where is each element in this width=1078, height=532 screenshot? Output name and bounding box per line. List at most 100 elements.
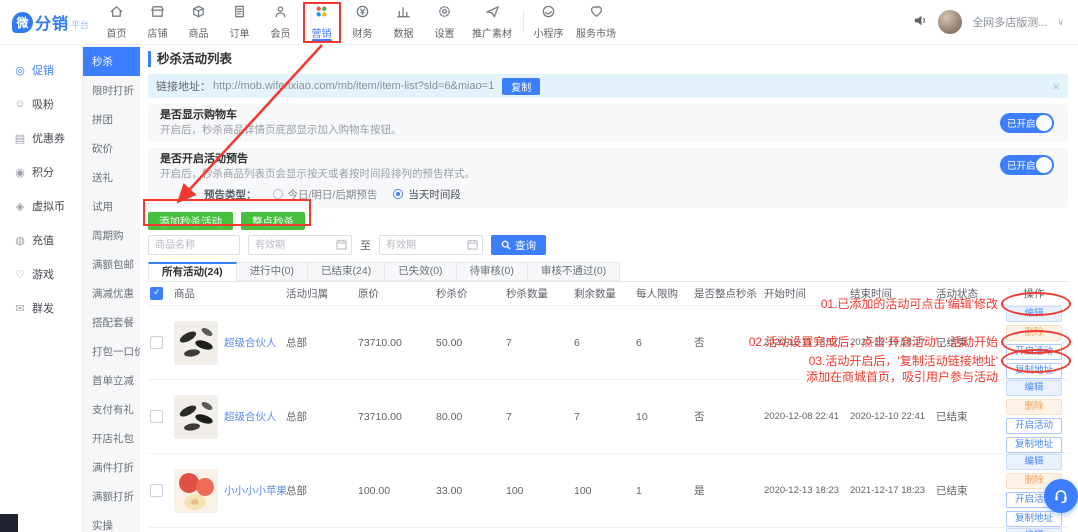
sidebar-collapse-corner[interactable] bbox=[0, 514, 18, 532]
paper-plane-icon bbox=[485, 4, 500, 22]
submenu-item[interactable]: 送礼 bbox=[83, 163, 140, 192]
nav-item-home[interactable]: 首页 bbox=[96, 0, 137, 44]
account-name[interactable]: 全网多店版测... bbox=[972, 14, 1047, 30]
radio-icon bbox=[393, 189, 403, 199]
row-checkbox-cell bbox=[148, 410, 174, 423]
product-name-input[interactable] bbox=[148, 235, 240, 255]
add-seckill-activity-button[interactable]: 添加秒杀活动 bbox=[148, 212, 233, 230]
home-icon bbox=[109, 4, 124, 22]
sidebar-item-points[interactable]: ◉积分 bbox=[0, 155, 82, 189]
radio-option-timeslot[interactable]: 当天时间段 bbox=[393, 187, 461, 202]
sidebar-item-fans[interactable]: ☺吸粉 bbox=[0, 87, 82, 121]
column-header: 开始时间 bbox=[764, 286, 850, 301]
submenu-item[interactable]: 打包一口价 bbox=[83, 337, 140, 366]
row-checkbox[interactable] bbox=[150, 410, 163, 423]
delete-button[interactable]: 删除 bbox=[1006, 325, 1062, 341]
submenu-item[interactable]: 满额包邮 bbox=[83, 250, 140, 279]
edit-button[interactable]: 编辑 bbox=[1006, 454, 1062, 470]
submenu-item[interactable]: 秒杀 bbox=[83, 47, 140, 76]
sidebar-item-game[interactable]: ♡游戏 bbox=[0, 257, 82, 291]
sidebar-item-coupon[interactable]: ▤优惠券 bbox=[0, 121, 82, 155]
top-navigation-bar: 微 分销 平台 首页 店铺 商品 订单 会员 bbox=[0, 0, 1078, 45]
seckill-qty-cell: 7 bbox=[506, 337, 574, 349]
belong-cell: 总部 bbox=[286, 409, 358, 424]
nav-item-service-market[interactable]: 服务市场 bbox=[569, 0, 623, 44]
customer-service-button[interactable] bbox=[1044, 479, 1078, 513]
radio-option-daily[interactable]: 今日/明日/后期预告 bbox=[273, 187, 378, 202]
sidebar-item-recharge[interactable]: ◍充值 bbox=[0, 223, 82, 257]
hourly-seckill-button[interactable]: 整点秒杀 bbox=[241, 212, 305, 230]
nav-item-settings[interactable]: 设置 bbox=[424, 0, 465, 44]
edit-button[interactable]: 编辑 bbox=[1006, 306, 1062, 322]
copy-link-button[interactable]: 复制 bbox=[502, 78, 540, 95]
tab-1[interactable]: 进行中(0) bbox=[237, 262, 308, 281]
column-header: 活动归属 bbox=[286, 286, 358, 301]
open-activity-button[interactable]: 开启活动 bbox=[1006, 418, 1062, 434]
nav-item-goods[interactable]: 商品 bbox=[178, 0, 219, 44]
submenu-item[interactable]: 开店礼包 bbox=[83, 424, 140, 453]
store-icon bbox=[150, 4, 165, 22]
avatar[interactable] bbox=[938, 10, 962, 34]
submenu-item[interactable]: 满减优惠 bbox=[83, 279, 140, 308]
nav-item-promo-material[interactable]: 推广素材 bbox=[465, 0, 519, 44]
copy-address-button[interactable]: 复制地址 bbox=[1006, 437, 1062, 453]
product-name-link[interactable]: 超级合伙人 bbox=[224, 409, 277, 424]
edit-button[interactable]: 编辑 bbox=[1006, 380, 1062, 396]
submenu-item[interactable]: 试用 bbox=[83, 192, 140, 221]
sidebar-item-label: 积分 bbox=[32, 164, 54, 180]
submenu-item[interactable]: 搭配套餐 bbox=[83, 308, 140, 337]
row-actions: 编辑删除开启活动复制地址 bbox=[1004, 306, 1068, 379]
chevron-down-icon[interactable]: ∨ bbox=[1057, 17, 1064, 28]
tab-2[interactable]: 已结束(24) bbox=[308, 262, 385, 281]
row-checkbox[interactable] bbox=[150, 484, 163, 497]
sidebar-item-promotion[interactable]: ◎促销 bbox=[0, 53, 82, 87]
open-activity-button[interactable]: 开启活动 bbox=[1006, 344, 1062, 360]
speaker-icon[interactable] bbox=[913, 13, 928, 31]
submenu-item[interactable]: 周期购 bbox=[83, 221, 140, 250]
submenu-item[interactable]: 实操 bbox=[83, 511, 140, 532]
edit-button[interactable]: 编辑 bbox=[1006, 528, 1062, 532]
submenu-item[interactable]: 满额打折 bbox=[83, 482, 140, 511]
cart-toggle[interactable]: 已开启 bbox=[1000, 113, 1054, 133]
nav-item-store[interactable]: 店铺 bbox=[137, 0, 178, 44]
submenu-item[interactable]: 支付有礼 bbox=[83, 395, 140, 424]
tab-4[interactable]: 待审核(0) bbox=[457, 262, 528, 281]
tab-0[interactable]: 所有活动(24) bbox=[148, 262, 237, 281]
nav-item-marketing[interactable]: 营销 bbox=[301, 0, 342, 44]
copy-address-button[interactable]: 复制地址 bbox=[1006, 511, 1062, 527]
sidebar-item-broadcast[interactable]: ✉群发 bbox=[0, 291, 82, 325]
seckill-qty-cell: 100 bbox=[506, 485, 574, 497]
product-name-link[interactable]: 小小小小苹果 bbox=[224, 483, 286, 498]
copy-address-button[interactable]: 复制地址 bbox=[1006, 363, 1062, 379]
notice-toggle[interactable]: 已开启 bbox=[1000, 155, 1054, 175]
nav-item-orders[interactable]: 订单 bbox=[219, 0, 260, 44]
calendar-icon bbox=[336, 239, 347, 250]
seckill-price-cell: 80.00 bbox=[436, 411, 506, 423]
delete-button[interactable]: 删除 bbox=[1006, 399, 1062, 415]
submenu-item[interactable]: 满件打折 bbox=[83, 453, 140, 482]
row-checkbox[interactable] bbox=[150, 336, 163, 349]
product-name-link[interactable]: 超级合伙人 bbox=[224, 335, 277, 350]
nav-item-mini-program[interactable]: 小程序 bbox=[528, 0, 569, 44]
submenu-item[interactable]: 首单立减 bbox=[83, 366, 140, 395]
header-checkbox-cell bbox=[148, 287, 174, 300]
row-actions: 编辑删除开启活动复制地址 bbox=[1004, 380, 1068, 453]
nav-label: 会员 bbox=[271, 25, 291, 40]
tab-3[interactable]: 已失效(0) bbox=[385, 262, 456, 281]
nav-item-finance[interactable]: 财务 bbox=[342, 0, 383, 44]
submenu-item[interactable]: 限时打折 bbox=[83, 76, 140, 105]
submenu-item[interactable]: 砍价 bbox=[83, 134, 140, 163]
sidebar-item-label: 虚拟币 bbox=[32, 198, 65, 214]
submenu-item[interactable]: 拼团 bbox=[83, 105, 140, 134]
nav-item-data[interactable]: 数据 bbox=[383, 0, 424, 44]
select-all-checkbox[interactable] bbox=[150, 287, 163, 300]
nav-item-members[interactable]: 会员 bbox=[260, 0, 301, 44]
search-button[interactable]: 查询 bbox=[491, 235, 546, 255]
sidebar-item-coin[interactable]: ◈虚拟币 bbox=[0, 189, 82, 223]
close-icon[interactable]: × bbox=[1052, 80, 1060, 93]
end-time-cell: 2021-12-17 18:23 bbox=[850, 485, 936, 496]
column-header: 是否整点秒杀 bbox=[694, 286, 764, 301]
product-image bbox=[174, 395, 218, 439]
product-wrap: 小小小小苹果 bbox=[174, 469, 282, 513]
tab-5[interactable]: 审核不通过(0) bbox=[528, 262, 620, 281]
